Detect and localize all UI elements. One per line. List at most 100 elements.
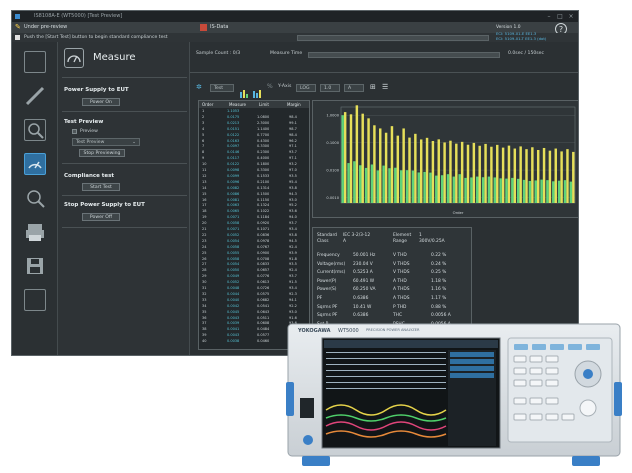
readout-value: 0.25 % (431, 270, 447, 276)
table-cell: 99.1 (289, 120, 297, 125)
table-cell: 93.4 (289, 227, 297, 231)
search-magnify-icon[interactable] (24, 119, 46, 141)
table-row: 7 0.0097 0.3300 97.1 (199, 144, 309, 149)
percent-icon[interactable]: % (267, 83, 273, 90)
print-icon[interactable] (24, 221, 46, 243)
table-cell: 0.0040 (227, 297, 240, 302)
table-row: 24 0.0058 0.0767 92.4 (199, 245, 309, 250)
table-cell: 0.0071 (227, 215, 240, 220)
measure-bar (370, 164, 374, 203)
limit-bar (355, 105, 359, 203)
table-cell: 0.0708 (257, 256, 270, 261)
y-scale-select[interactable]: LOG (296, 84, 316, 92)
table-cell: 0.0776 (257, 274, 270, 279)
table-cell: 97.1 (289, 156, 297, 161)
table-cell: 93.0 (289, 197, 297, 202)
plug-icon[interactable] (24, 85, 46, 107)
measure-bar (341, 115, 344, 203)
export-icon[interactable] (24, 289, 46, 311)
table-cell: 38 (202, 327, 207, 332)
limit-bar (361, 113, 364, 203)
preview-select[interactable]: Test Preview ⌄ (72, 138, 140, 146)
measure-bar (499, 178, 502, 203)
table-row: 29 0.0049 0.0776 93.7 (199, 274, 309, 279)
table-cell: 0.0058 (227, 256, 240, 261)
grid-icon[interactable]: ⊞ (370, 83, 376, 91)
table-cell: 93.8 (289, 185, 297, 190)
table-cell: 0.0044 (227, 291, 240, 296)
divider (62, 227, 187, 228)
mode-label: Under pre-review (24, 24, 68, 30)
table-cell: 13 (202, 179, 207, 184)
window-title: IS8108A-E (WT5000) [Test Preview] (34, 13, 123, 19)
x-axis-label: Order (453, 210, 464, 215)
table-cell: 16 (202, 197, 207, 202)
harmonic-chart: 1.0000 0.1000 0.0100 0.0010 Order (312, 100, 578, 218)
harmonics-table: Order Measure Limit Margin 1 1.1053 2 0.017… (198, 100, 310, 350)
table-cell: 0.1184 (257, 215, 270, 220)
close-button[interactable]: × (566, 11, 576, 22)
table-cell: 12 (202, 173, 207, 178)
table-cell: 20 (202, 221, 207, 226)
zoom-icon[interactable] (24, 187, 46, 209)
chart-toolbar: ✲ Test % Y-Axis LOG 1.0 A ⊞ ☰ (196, 83, 576, 98)
table-cell: 0.1324 (257, 203, 270, 208)
measure-bar (411, 170, 415, 203)
table-cell: 0.0054 (227, 238, 240, 243)
table-cell: 93.7 (289, 150, 297, 155)
table-cell: 0.0049 (227, 274, 240, 279)
readout-value: 0.5253 A (353, 270, 373, 276)
limit-bar (466, 144, 470, 203)
table-row: 27 0.0054 0.0833 93.5 (199, 262, 309, 267)
stop-previewing-button[interactable]: Stop Previewing (79, 149, 125, 157)
table-cell: 93.9 (289, 250, 297, 255)
bar-chart-icon[interactable] (240, 83, 249, 98)
table-cell: 37 (202, 321, 207, 326)
limit-bar (572, 151, 575, 203)
table-cell: 93.7 (289, 221, 297, 226)
limit-bar (496, 144, 499, 203)
chart-svg: 1.0000 0.1000 0.0100 0.0010 Order (326, 105, 576, 215)
list-icon[interactable]: ☰ (382, 83, 388, 91)
readout-key: Power(P) (317, 278, 337, 284)
table-cell: 94.5 (289, 238, 297, 243)
limit-bar (472, 142, 476, 203)
table-cell: 0.0045 (227, 309, 240, 314)
start-test-button[interactable]: Start Test (82, 183, 120, 191)
table-cell: 0.0122 (227, 132, 240, 137)
table-cell: 0.4300 (257, 138, 270, 143)
progress-bar (297, 35, 489, 41)
readout-value: 10.41 W (353, 304, 372, 310)
y-value-select[interactable]: 1.0 (320, 84, 340, 92)
power-on-button[interactable]: Power On (82, 98, 120, 106)
unit-select[interactable]: A (344, 84, 364, 92)
import-icon[interactable] (24, 51, 46, 73)
table-cell: 36 (202, 315, 207, 320)
table-cell: 93.6 (289, 209, 297, 214)
gear-icon[interactable]: ✲ (196, 83, 202, 91)
minimize-button[interactable]: – (544, 11, 554, 22)
bar-chart-alt-icon[interactable] (253, 83, 262, 98)
table-row: 28 0.0050 0.0657 92.4 (199, 268, 309, 273)
table-cell: 0.0097 (227, 144, 240, 149)
preview-checkbox[interactable] (72, 129, 77, 134)
model-label: WT5000 (338, 328, 359, 334)
table-cell: 0.0541 (257, 303, 270, 308)
preview-select-value: Test Preview (76, 140, 105, 145)
table-cell: 98.4 (289, 132, 297, 137)
limit-bar (525, 149, 528, 203)
panel-title: Measure (93, 52, 136, 63)
power-off-button[interactable]: Power Off (82, 213, 120, 221)
mode-select[interactable]: Test (210, 84, 234, 92)
table-cell: 0.0099 (227, 173, 240, 178)
measure-gauge-icon[interactable] (24, 153, 46, 175)
limit-bar (419, 139, 423, 203)
save-icon[interactable] (24, 255, 46, 277)
measure-header-icon (64, 48, 84, 68)
table-cell: 93.4 (289, 286, 297, 290)
table-row: 17 0.0063 0.1324 95.2 (199, 203, 309, 208)
limit-bar (531, 147, 534, 203)
y-tick-label: 0.1000 (326, 141, 339, 145)
maximize-button[interactable]: □ (555, 11, 565, 22)
limit-bar (390, 126, 394, 203)
